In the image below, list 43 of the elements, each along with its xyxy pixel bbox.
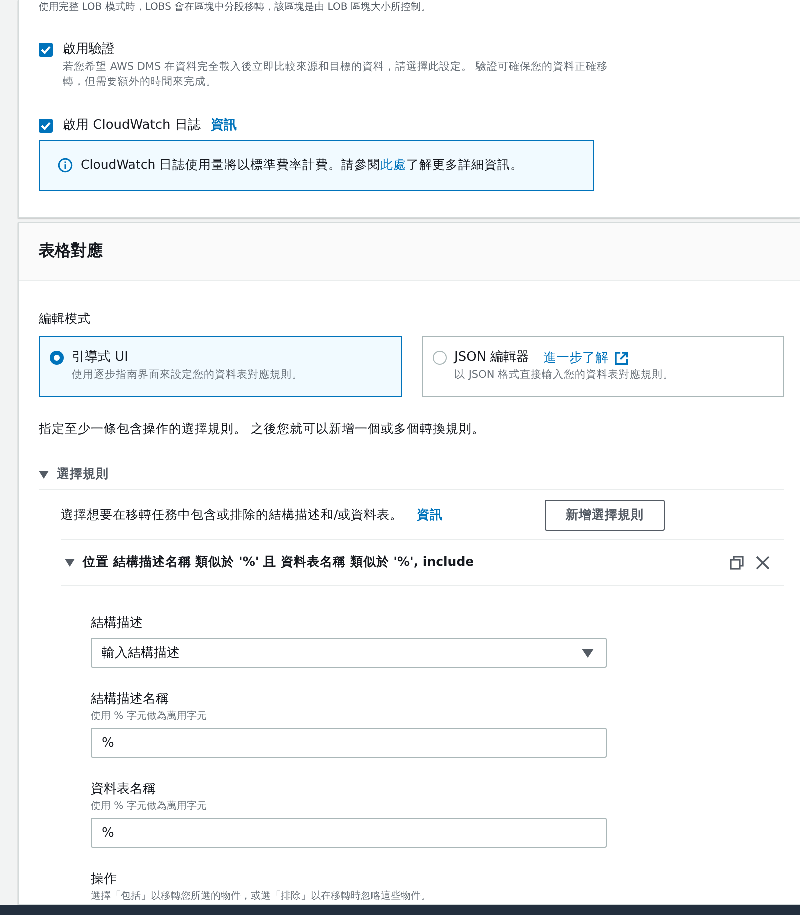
schema-select[interactable]: 輸入結構描述 <box>91 638 607 668</box>
info-link[interactable]: 資訊 <box>417 507 444 524</box>
mode-tile[interactable]: JSON 編輯器 進一步了解 以 JSON 格式直接輸入您的資料表對應規則。 <box>422 336 784 397</box>
close-icon[interactable] <box>756 556 770 570</box>
rule-toggle[interactable]: 位置 結構描述名稱 類似於 '%' 且 資料表名稱 類似於 '%', include <box>65 554 718 571</box>
field-label: 編輯模式 <box>39 311 92 328</box>
rule-hint: 指定至少一條包含操作的選擇規則。 之後您就可以新增一個或多個轉換規則。 <box>39 421 486 438</box>
external-link-icon <box>614 352 628 364</box>
input-field[interactable]: % <box>91 818 607 848</box>
caret-icon <box>39 470 49 478</box>
rules-description: 選擇想要在移轉任務中包含或排除的結構描述和/或資料表。 <box>61 507 404 524</box>
selection-rules-toggle[interactable]: 選擇規則 <box>39 466 784 490</box>
checkbox[interactable] <box>39 43 53 57</box>
checkbox[interactable] <box>39 119 53 133</box>
learn-more-link[interactable]: 進一步了解 <box>544 349 628 367</box>
mode-description: 使用逐步指南界面來設定您的資料表對應規則。 <box>72 368 303 383</box>
field-hint: 使用 % 字元做為萬用字元 <box>91 710 208 724</box>
lob-note: 使用完整 LOB 模式時，LOBS 會在區塊中分段移轉，該區塊是由 LOB 區塊大小所控制。 <box>39 2 432 14</box>
mode-label: JSON 編輯器 <box>454 349 530 367</box>
field-label: 資料表名稱 <box>91 781 157 799</box>
dropdown-caret-icon <box>582 648 594 658</box>
field-hint: 使用 % 字元做為萬用字元 <box>91 800 208 814</box>
field-label: 操作 <box>91 871 118 889</box>
section-title: 表格對應 <box>19 223 800 281</box>
info-link[interactable]: 資訊 <box>210 116 237 134</box>
here-link[interactable]: 此處 <box>380 157 407 172</box>
add-rule-button[interactable]: 新增選擇規則 <box>545 500 666 531</box>
field-label: 結構描述 <box>91 615 144 633</box>
info-icon <box>58 158 73 173</box>
field-label: 結構描述名稱 <box>91 691 170 709</box>
radio-button[interactable] <box>50 351 64 365</box>
checkbox-label: 啟用 CloudWatch 日誌 <box>63 117 201 135</box>
alert-text: CloudWatch 日誌使用量將以標準費率計費。請參閱此處了解更多詳細資訊。 <box>81 157 524 174</box>
copy-icon[interactable] <box>730 556 744 570</box>
mode-description: 以 JSON 格式直接輸入您的資料表對應規則。 <box>454 368 674 383</box>
mode-label: 引導式 UI <box>72 349 128 367</box>
input-field[interactable]: % <box>91 728 607 758</box>
checkbox-label: 啟用驗證 <box>63 41 115 59</box>
caret-icon <box>65 558 75 566</box>
checkbox-description: 若您希望 AWS DMS 在資料完全載入後立即比較來源和目標的資料，請選擇此設定。 驗證可確保您的資料正確移轉，但需要額外的時間來完成。 <box>63 60 609 90</box>
radio-button[interactable] <box>432 351 446 365</box>
field-hint: 選擇「包括」以移轉您所選的物件，或選「排除」以在移轉時忽略這些物件。 <box>91 890 432 904</box>
mode-tile[interactable]: 引導式 UI 使用逐步指南界面來設定您的資料表對應規則。 <box>39 336 402 397</box>
